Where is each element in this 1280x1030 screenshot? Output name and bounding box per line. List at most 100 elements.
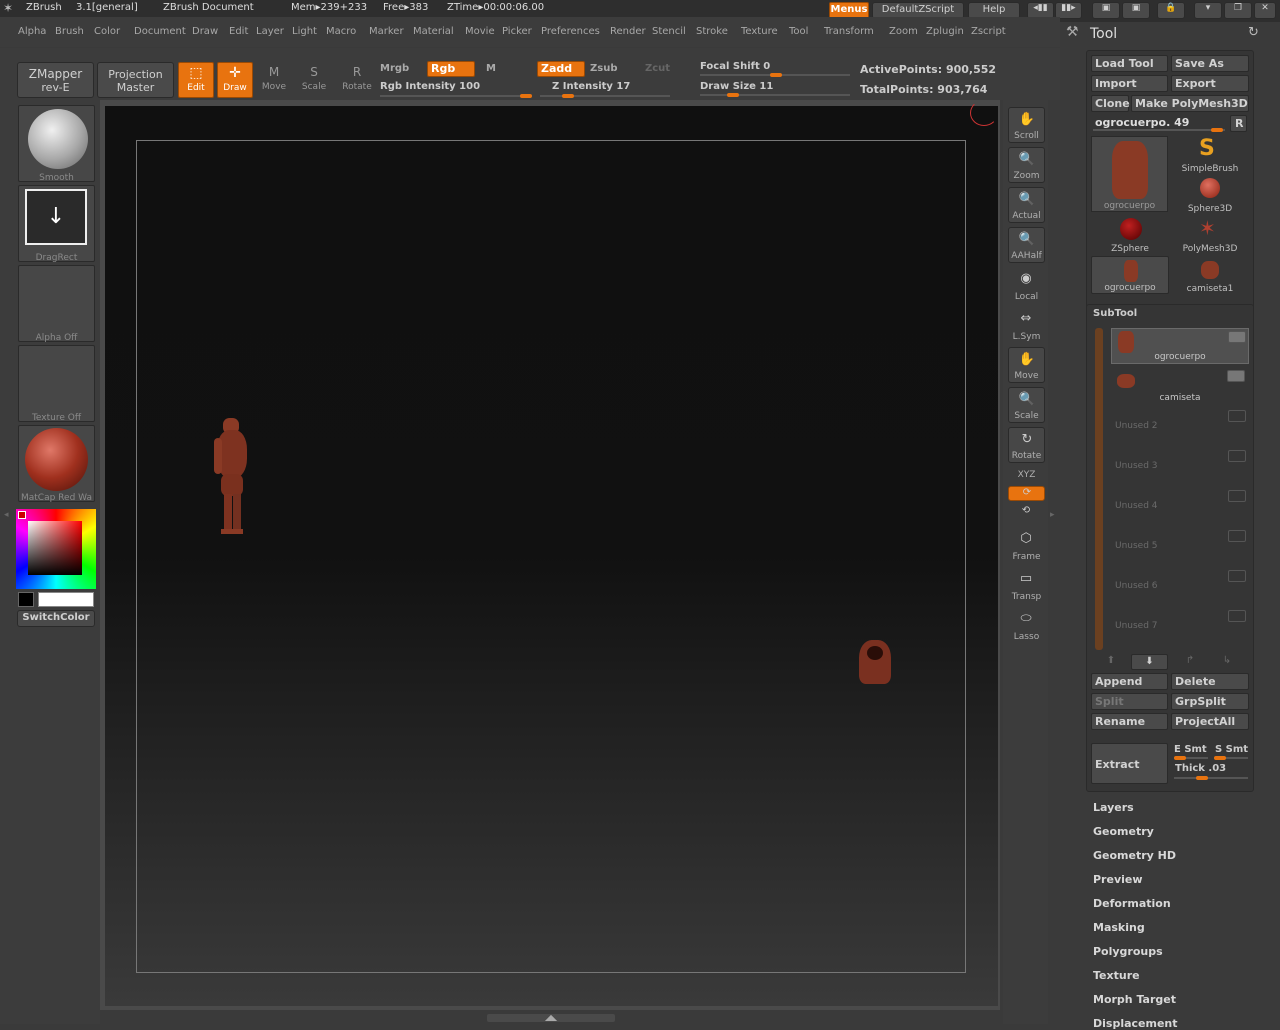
menu-picker[interactable]: Picker (502, 26, 532, 37)
move-mode-button[interactable]: M Move (258, 62, 290, 98)
projectall-button[interactable]: ProjectAll (1171, 713, 1249, 730)
move-up-icon[interactable]: ⬆ (1094, 655, 1128, 670)
subtool-item-ogrocuerpo[interactable]: ogrocuerpo (1111, 328, 1249, 364)
ogre-model[interactable] (213, 418, 253, 536)
menu-alpha[interactable]: Alpha (18, 26, 46, 37)
e-smt-slider[interactable] (1174, 756, 1208, 760)
eye-icon[interactable] (1228, 410, 1246, 422)
z-intensity-slider[interactable] (540, 94, 670, 98)
lsym-button[interactable]: ⇔ L.Sym (1008, 307, 1045, 343)
menu-material[interactable]: Material (413, 26, 454, 37)
rgb-toggle[interactable]: Rgb (427, 61, 475, 77)
projection-master-button[interactable]: Projection Master (97, 62, 174, 98)
rgb-intensity-slider[interactable] (380, 94, 532, 98)
menu-macro[interactable]: Macro (326, 26, 356, 37)
color-picker[interactable] (16, 509, 96, 589)
import-button[interactable]: Import (1091, 75, 1168, 92)
menu-zplugin[interactable]: Zplugin (926, 26, 964, 37)
transp-button[interactable]: ▭ Transp (1008, 567, 1045, 603)
draw-mode-button[interactable]: ✛ Draw (217, 62, 253, 98)
menu-movie[interactable]: Movie (465, 26, 495, 37)
load-tool-button[interactable]: Load Tool (1091, 55, 1168, 72)
minimize-icon[interactable]: ▾ (1194, 2, 1222, 19)
redo-arrow-icon[interactable]: ↱ (1175, 655, 1205, 670)
scale-button[interactable]: 🔍 Scale (1008, 387, 1045, 423)
menu-texture[interactable]: Texture (741, 26, 778, 37)
e-smt-label[interactable]: E Smt (1174, 744, 1207, 755)
z-axis-button[interactable]: ⟲ (1008, 505, 1045, 520)
menu-layer[interactable]: Layer (256, 26, 284, 37)
material-selector[interactable]: MatCap Red Wa (18, 425, 95, 503)
rename-button[interactable]: Rename (1091, 713, 1168, 730)
primary-color-swatch[interactable] (18, 511, 26, 519)
zadd-toggle[interactable]: Zadd (537, 61, 585, 77)
secondary-color-white[interactable] (38, 592, 94, 607)
section-geometry-hd[interactable]: Geometry HD (1093, 849, 1176, 862)
insert-arrow-icon[interactable]: ↳ (1212, 655, 1242, 670)
shirt-model[interactable] (855, 636, 895, 688)
export-button[interactable]: Export (1171, 75, 1249, 92)
rotate-button[interactable]: ↻ Rotate (1008, 427, 1045, 463)
zoom-button[interactable]: 🔍 Zoom (1008, 147, 1045, 183)
section-morph-target[interactable]: Morph Target (1093, 993, 1176, 1006)
menu-color[interactable]: Color (94, 26, 120, 37)
subtool-unused-slot[interactable]: Unused 6 (1115, 581, 1158, 591)
lasso-button[interactable]: ⬭ Lasso (1008, 607, 1045, 643)
xyz-axis-button[interactable]: XYZ (1008, 467, 1045, 482)
scale-mode-button[interactable]: S Scale (298, 62, 330, 98)
brush-selector[interactable]: Smooth (18, 105, 95, 183)
focal-shift-slider[interactable] (700, 73, 850, 77)
menu-stencil[interactable]: Stencil (652, 26, 686, 37)
menu-brush[interactable]: Brush (55, 26, 84, 37)
local-button[interactable]: ◉ Local (1008, 267, 1045, 303)
tool-tile-zsphere[interactable]: ZSphere (1091, 216, 1169, 254)
zmapper-button[interactable]: ZMapper rev-E (17, 62, 94, 98)
eye-icon[interactable] (1228, 331, 1246, 343)
section-polygroups[interactable]: Polygroups (1093, 945, 1163, 958)
subtool-unused-slot[interactable]: Unused 2 (1115, 421, 1158, 431)
menu-tool[interactable]: Tool (789, 26, 808, 37)
restore-icon[interactable]: ❐ (1224, 2, 1252, 19)
eye-icon[interactable] (1227, 370, 1245, 382)
menu-transform[interactable]: Transform (824, 26, 874, 37)
bottom-tray-handle[interactable]: ◢◣ (487, 1014, 615, 1022)
eye-icon[interactable] (1228, 610, 1246, 622)
s-smt-label[interactable]: S Smt (1215, 744, 1248, 755)
tool-palette-title[interactable]: Tool (1090, 26, 1117, 42)
thick-slider[interactable] (1174, 776, 1248, 780)
subtool-unused-slot[interactable]: Unused 4 (1115, 501, 1158, 511)
s-smt-slider[interactable] (1214, 756, 1248, 760)
tool-tile-camiseta1[interactable]: camiseta1 (1171, 256, 1249, 294)
section-geometry[interactable]: Geometry (1093, 825, 1154, 838)
aahalf-button[interactable]: 🔍 AAHalf (1008, 227, 1045, 263)
menu-stroke[interactable]: Stroke (696, 26, 728, 37)
actual-button[interactable]: 🔍 Actual (1008, 187, 1045, 223)
menu-preferences[interactable]: Preferences (541, 26, 600, 37)
right-shelf-handle[interactable]: ▸ (1050, 510, 1058, 530)
zsub-toggle[interactable]: Zsub (590, 63, 617, 74)
frame-button[interactable]: ⬡ Frame (1008, 527, 1045, 563)
menu-document[interactable]: Document (134, 26, 186, 37)
color-square[interactable] (28, 521, 82, 575)
stroke-selector[interactable]: ↓ DragRect (18, 185, 95, 263)
tool-tile-polymesh3d[interactable]: ✶ PolyMesh3D (1171, 216, 1249, 254)
append-button[interactable]: Append (1091, 673, 1168, 690)
current-tool-slider[interactable] (1093, 128, 1225, 132)
tool-tile-ogrocuerpo[interactable]: ogrocuerpo (1091, 256, 1169, 294)
extract-button[interactable]: Extract (1091, 743, 1168, 784)
grpsplit-button[interactable]: GrpSplit (1171, 693, 1249, 710)
secondary-color-black[interactable] (18, 592, 34, 607)
section-layers[interactable]: Layers (1093, 801, 1134, 814)
tool-tile-sphere3d[interactable]: Sphere3D (1171, 176, 1249, 214)
subtool-item-camiseta[interactable]: camiseta (1111, 368, 1249, 404)
menu-zoom[interactable]: Zoom (889, 26, 918, 37)
clone-button[interactable]: Clone (1091, 95, 1130, 112)
draw-size-slider[interactable] (700, 93, 850, 97)
save-as-button[interactable]: Save As (1171, 55, 1249, 72)
subtool-scrollbar[interactable] (1095, 328, 1103, 650)
layout-one-icon[interactable]: ▣ (1092, 2, 1120, 19)
section-texture[interactable]: Texture (1093, 969, 1140, 982)
eye-icon[interactable] (1228, 450, 1246, 462)
zcut-toggle[interactable]: Zcut (645, 63, 670, 74)
menu-edit[interactable]: Edit (229, 26, 248, 37)
